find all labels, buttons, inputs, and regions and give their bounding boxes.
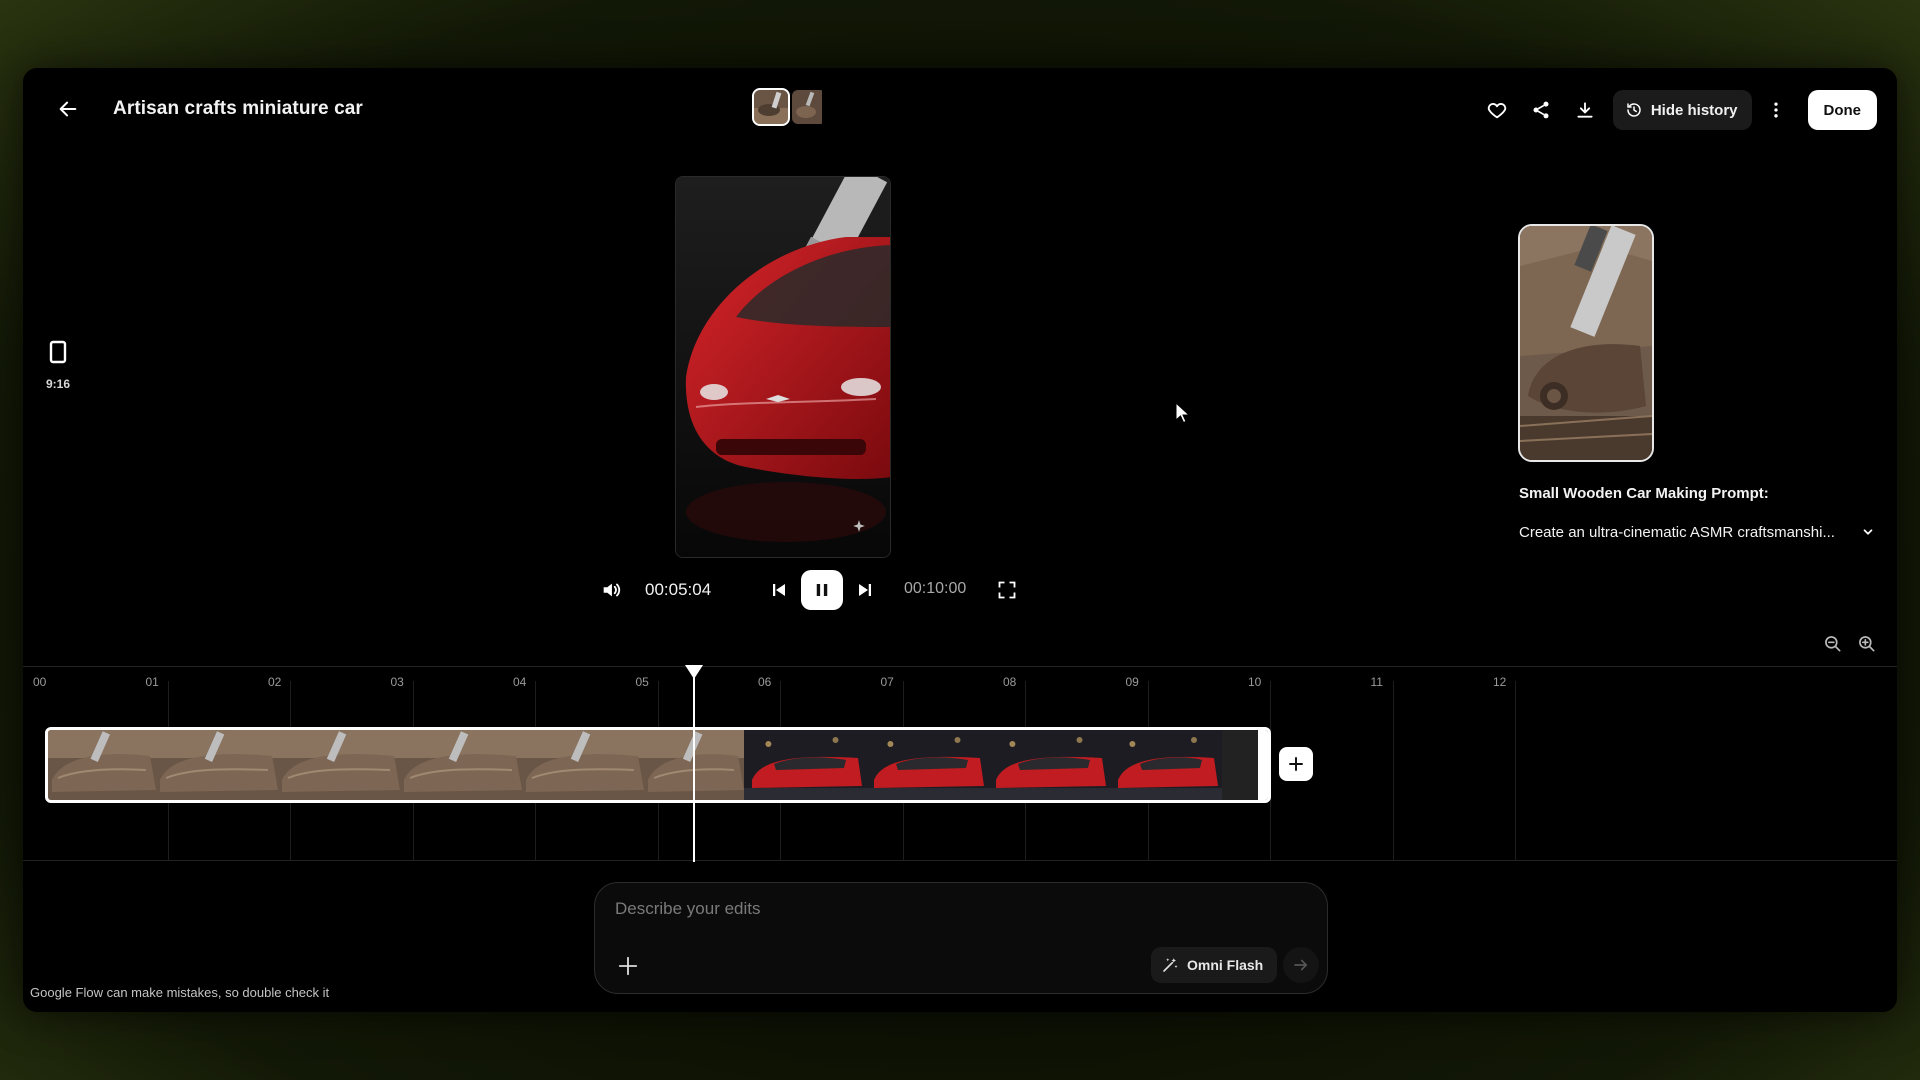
plus-icon	[1289, 757, 1303, 771]
fullscreen-button[interactable]	[991, 568, 1023, 612]
timeline-tick-label: 10	[1248, 675, 1262, 689]
share-icon	[1533, 101, 1549, 119]
add-clip-button[interactable]	[1279, 747, 1313, 781]
portrait-frame-icon	[49, 340, 67, 364]
player-controls: 00:05:04 00:10:00	[593, 568, 1016, 612]
clip-frame-red-car	[988, 730, 1110, 800]
aspect-ratio-selector[interactable]: 9:16	[33, 340, 83, 391]
arrow-left-icon	[59, 101, 77, 117]
clip-frame-red-car	[866, 730, 988, 800]
disclaimer-text: Google Flow can make mistakes, so double…	[30, 985, 330, 1000]
download-icon	[1577, 102, 1593, 118]
zoom-out-button[interactable]	[1823, 634, 1843, 659]
back-button[interactable]	[53, 94, 83, 124]
timeline[interactable]: 00 01 02 03 04 05 06 07 08 09 10 11 12	[23, 665, 1897, 862]
header: Artisan crafts miniature car Hide histor…	[23, 68, 1897, 152]
clip-frame-red-car	[1110, 730, 1222, 800]
more-vertical-icon	[1773, 102, 1778, 118]
red-car-preview-image	[676, 177, 890, 557]
plus-icon	[618, 956, 638, 976]
clip-frame-wooden-car	[400, 730, 522, 800]
timeline-tick-label: 04	[513, 675, 527, 689]
clip-frame-wooden-car	[48, 730, 156, 800]
favorite-button[interactable]	[1477, 90, 1517, 130]
timeline-tick-label: 02	[268, 675, 282, 689]
page-title: Artisan crafts miniature car	[113, 98, 363, 119]
timeline-tick-label: 01	[145, 675, 159, 689]
timeline-tick-label: 03	[390, 675, 404, 689]
pause-button[interactable]	[801, 570, 843, 610]
playhead-handle[interactable]	[685, 665, 704, 679]
pause-icon	[816, 584, 828, 596]
skip-next-icon	[859, 584, 871, 596]
download-button[interactable]	[1565, 90, 1605, 130]
hide-history-label: Hide history	[1650, 101, 1738, 119]
video-preview[interactable]	[675, 176, 891, 558]
fullscreen-icon	[998, 581, 1016, 599]
skip-previous-icon	[773, 584, 785, 596]
timeline-tick-label: 12	[1493, 675, 1507, 689]
timeline-tick-label: 09	[1125, 675, 1139, 689]
wooden-car-thumbnail	[754, 90, 788, 124]
history-icon	[1627, 103, 1641, 117]
video-clip-track[interactable]	[45, 727, 1271, 803]
aspect-ratio-label: 9:16	[45, 377, 71, 391]
volume-icon	[603, 583, 621, 597]
skip-next-button[interactable]	[849, 568, 881, 612]
chevron-down-icon	[1863, 529, 1873, 535]
clip-frame-wooden-car	[156, 730, 278, 800]
playhead[interactable]	[685, 665, 704, 862]
clip-frame-wooden-car	[522, 730, 644, 800]
prompt-title: Small Wooden Car Making Prompt:	[1519, 485, 1769, 502]
done-button[interactable]: Done	[1807, 90, 1877, 130]
edit-prompt-box: Omni Flash	[594, 882, 1328, 994]
more-options-button[interactable]	[1756, 90, 1796, 130]
timeline-tick-label: 00	[33, 675, 47, 689]
timeline-tick-label: 08	[1003, 675, 1017, 689]
send-button[interactable]	[1283, 947, 1319, 983]
zoom-out-icon	[1825, 636, 1841, 652]
volume-button[interactable]	[593, 568, 629, 612]
model-selector-button[interactable]: Omni Flash	[1151, 947, 1278, 983]
trim-handle-right[interactable]	[1258, 730, 1268, 800]
magic-wand-icon	[1163, 958, 1178, 972]
total-time: 00:10:00	[904, 580, 967, 597]
version-thumbnails	[752, 88, 826, 126]
describe-edits-input[interactable]	[615, 899, 1295, 919]
clip-frame-red-car	[744, 730, 866, 800]
version-thumbnail-2[interactable]	[792, 90, 826, 124]
mouse-cursor-icon	[1175, 402, 1191, 424]
share-button[interactable]	[1521, 90, 1561, 130]
timeline-ruler[interactable]: 00 01 02 03 04 05 06 07 08 09 10 11 12	[23, 667, 1897, 697]
timeline-gridline	[1392, 681, 1394, 861]
arrow-right-icon	[1294, 959, 1308, 971]
wooden-car-thumbnail	[792, 90, 822, 124]
zoom-in-icon	[1859, 636, 1875, 652]
timeline-gridline	[1515, 681, 1516, 861]
timeline-tick-label: 07	[880, 675, 894, 689]
version-thumbnail-1[interactable]	[752, 88, 790, 126]
current-time: 00:05:04	[645, 580, 712, 599]
model-label: Omni Flash	[1187, 957, 1264, 973]
skip-previous-button[interactable]	[763, 568, 795, 612]
timeline-tick-label: 06	[758, 675, 772, 689]
heart-icon	[1487, 103, 1506, 119]
header-actions: Hide history Done	[1473, 88, 1897, 132]
hide-history-button[interactable]: Hide history	[1612, 90, 1752, 130]
add-attachment-button[interactable]	[613, 951, 643, 981]
expand-prompt-button[interactable]	[1861, 525, 1875, 544]
zoom-in-button[interactable]	[1857, 634, 1877, 659]
sparkle-icon	[853, 520, 865, 532]
timeline-tick-label: 11	[1370, 675, 1383, 689]
editor-window: Artisan crafts miniature car Hide histor…	[23, 68, 1897, 1012]
timeline-tick-label: 05	[635, 675, 649, 689]
clip-frame-wooden-car	[278, 730, 400, 800]
reference-image-card[interactable]	[1518, 224, 1654, 462]
wooden-car-reference-image	[1520, 226, 1652, 460]
prompt-text: Create an ultra-cinematic ASMR craftsman…	[1519, 524, 1835, 541]
